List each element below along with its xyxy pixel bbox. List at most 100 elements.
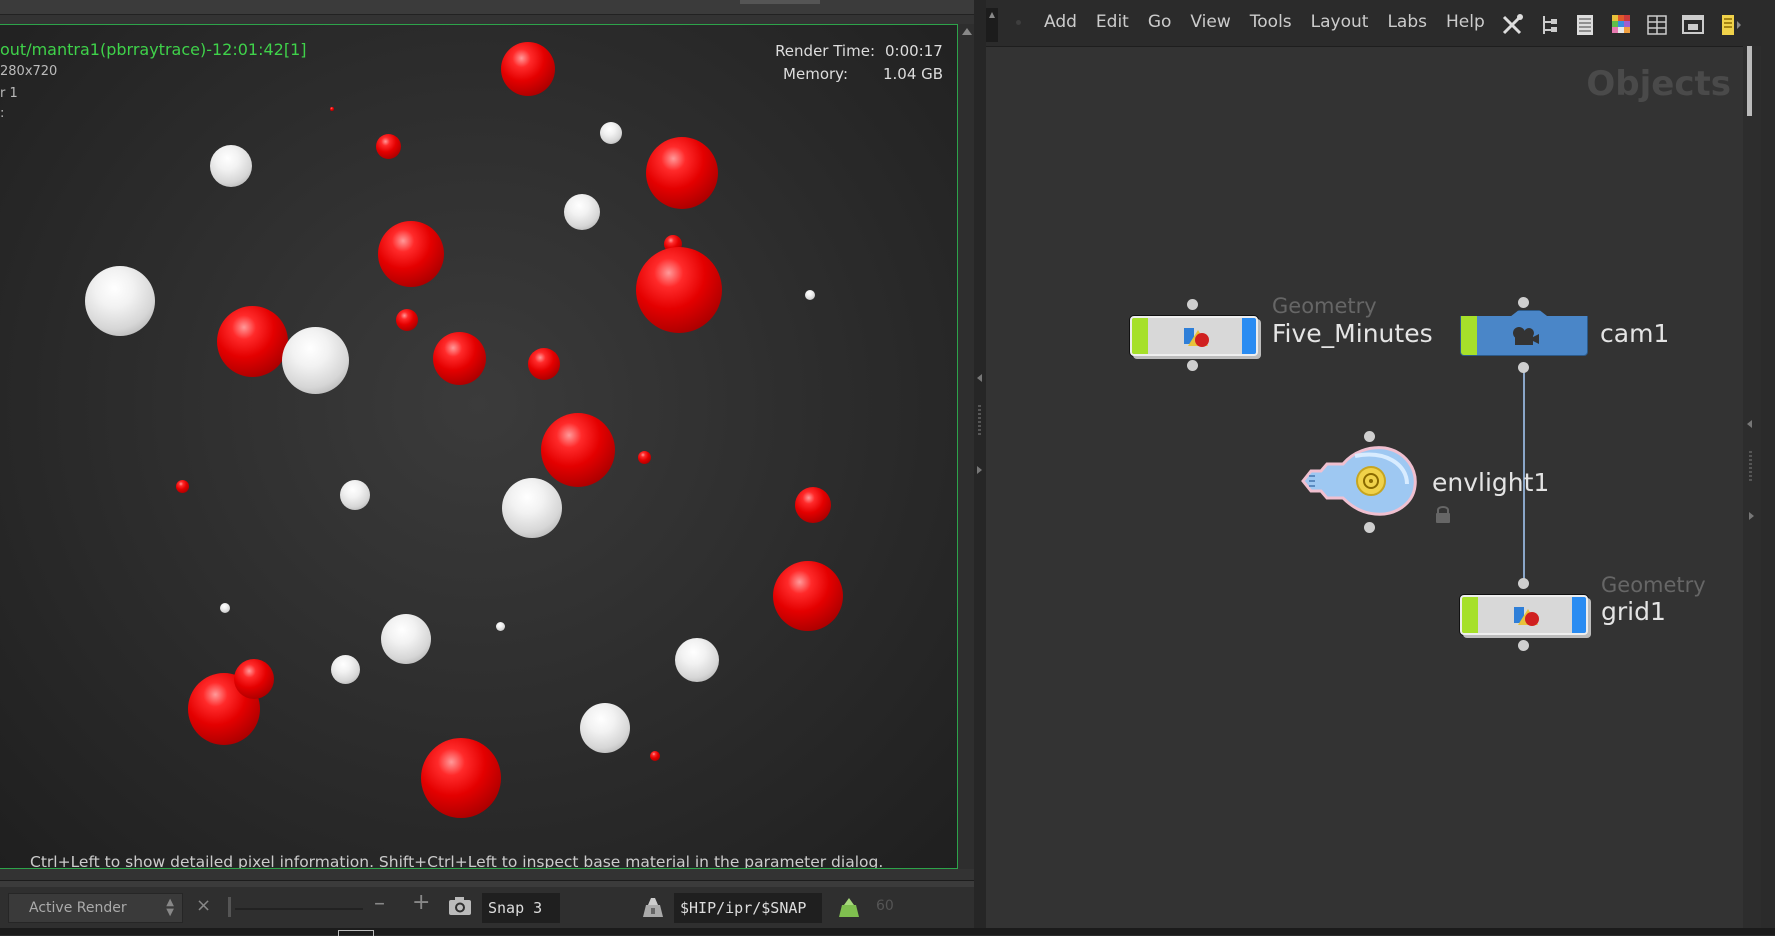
sphere: [564, 194, 600, 230]
node-input-connector[interactable]: [1518, 297, 1529, 308]
viewport-scrollbar[interactable]: [958, 24, 974, 869]
node-name-label: cam1: [1600, 319, 1670, 348]
collapse-left-arrow-icon[interactable]: [1747, 420, 1752, 428]
lock-icon[interactable]: [1434, 504, 1452, 524]
display-flag[interactable]: [1132, 318, 1148, 354]
sphere: [210, 145, 252, 187]
sphere: [396, 309, 418, 331]
display-flag[interactable]: [1461, 311, 1477, 355]
sphere: [773, 561, 843, 631]
timeline-ruler[interactable]: [0, 928, 1775, 936]
sphere: [650, 751, 660, 761]
sphere: [176, 480, 189, 493]
top-scroll-thumb[interactable]: [740, 0, 820, 4]
render-toolbar: Active Render ▲ ▼ × – + Snap 3 $HIP/ipr/$…: [0, 880, 974, 929]
render-view-top-strip: [0, 0, 974, 15]
node-input-connector[interactable]: [1518, 578, 1529, 589]
node-body[interactable]: [1130, 316, 1258, 356]
camera-snapshot-icon[interactable]: [448, 895, 472, 917]
node-output-connector[interactable]: [1364, 522, 1375, 533]
close-icon[interactable]: ×: [196, 895, 211, 916]
sphere: [638, 451, 651, 464]
sphere: [502, 478, 562, 538]
frame-number: 60: [876, 898, 894, 914]
render-slider[interactable]: [228, 897, 363, 917]
render-time-value: 0:00:17: [885, 42, 943, 60]
collapse-right-arrow-icon[interactable]: [1749, 512, 1754, 520]
zoom-in-button[interactable]: +: [412, 890, 430, 915]
sphere: [85, 266, 155, 336]
render-mode-value: Active Render: [29, 900, 127, 916]
geometry-icon: [1514, 607, 1539, 626]
timeline-marker[interactable]: [338, 930, 374, 936]
node-input-connector[interactable]: [1364, 431, 1375, 442]
render-view-pane: Ctrl+Left to show detailed pixel informa…: [0, 0, 974, 935]
sphere: [541, 413, 615, 487]
sphere: [600, 122, 622, 144]
divider-grip[interactable]: [978, 405, 981, 435]
sphere: [675, 638, 719, 682]
render-info-line: :: [0, 106, 5, 121]
memory-label: Memory:: [783, 65, 848, 83]
zoom-out-button[interactable]: –: [374, 891, 385, 916]
scrollbar-grip[interactable]: [1749, 451, 1752, 481]
up-down-arrows-icon: ▲ ▼: [166, 897, 174, 918]
render-title: out/mantra1(pbrraytrace)-12:01:42[1]: [0, 40, 307, 59]
sphere: [381, 614, 431, 664]
sphere: [433, 332, 486, 385]
sphere: [580, 703, 630, 753]
scroll-up-arrow-icon[interactable]: [962, 28, 972, 35]
camera-icon: [1513, 327, 1539, 345]
node-type-label: Geometry: [1272, 294, 1377, 318]
sphere: [378, 221, 444, 287]
pane-divider[interactable]: [974, 0, 986, 935]
sphere: [805, 290, 815, 300]
render-time-label: Render Time:: [775, 42, 875, 60]
render-viewport[interactable]: Ctrl+Left to show detailed pixel informa…: [0, 24, 958, 869]
network-editor-pane[interactable]: Add Edit Go View Tools Layout Labs Help …: [986, 0, 1761, 928]
node-input-connector[interactable]: [1187, 299, 1198, 310]
render-flag[interactable]: [1572, 597, 1586, 633]
node-output-connector[interactable]: [1518, 640, 1529, 651]
sphere: [501, 42, 555, 96]
node-output-connector[interactable]: [1518, 362, 1529, 373]
save-snapshot-icon[interactable]: [640, 895, 666, 919]
sphere: [496, 622, 505, 631]
sphere: [282, 327, 349, 394]
snapshot-field[interactable]: Snap 3: [482, 893, 560, 923]
display-flag[interactable]: [1462, 597, 1478, 633]
sphere: [646, 137, 718, 209]
collapse-right-arrow-icon[interactable]: [977, 466, 982, 474]
sphere: [340, 480, 370, 510]
sphere: [528, 348, 560, 380]
sphere: [331, 655, 360, 684]
node-name-label: grid1: [1601, 597, 1666, 626]
render-stats: Render Time: 0:00:17 Memory: 1.04 GB: [760, 40, 943, 86]
snapshot-path-field[interactable]: $HIP/ipr/$SNAP: [674, 893, 822, 923]
sphere: [636, 247, 722, 333]
scroll-thumb[interactable]: [1747, 46, 1752, 116]
hint-text: Ctrl+Left to show detailed pixel informa…: [30, 853, 884, 869]
sphere: [234, 659, 274, 699]
sphere: [795, 487, 831, 523]
light-bulb-icon[interactable]: [1295, 444, 1421, 518]
node-body[interactable]: [1460, 595, 1588, 635]
sphere: [217, 306, 288, 377]
collapse-left-arrow-icon[interactable]: [977, 374, 982, 382]
sphere: [421, 738, 501, 818]
render-flag[interactable]: [1242, 318, 1256, 354]
sphere: [330, 107, 334, 111]
node-output-connector[interactable]: [1187, 360, 1198, 371]
render-resolution: 280x720: [0, 64, 58, 79]
network-scrollbar[interactable]: [1743, 46, 1761, 928]
sphere: [220, 603, 230, 613]
load-snapshot-icon[interactable]: [836, 895, 862, 919]
node-name-label: Five_Minutes: [1272, 319, 1433, 348]
node-type-label: Geometry: [1601, 573, 1706, 597]
node-body[interactable]: [1460, 310, 1588, 356]
node-name-label: envlight1: [1432, 468, 1550, 497]
render-mode-select[interactable]: Active Render ▲ ▼: [8, 893, 183, 923]
toolbar-separator: [0, 881, 974, 887]
memory-value: 1.04 GB: [883, 65, 944, 83]
render-info-line: r 1: [0, 86, 18, 101]
